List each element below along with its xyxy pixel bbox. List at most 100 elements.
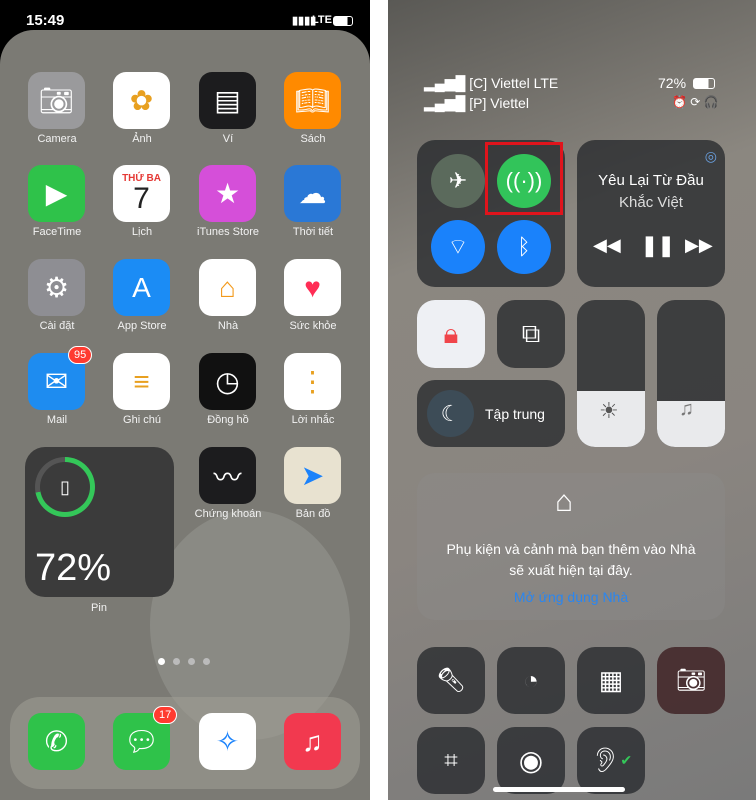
book-icon: 📖︎: [294, 85, 331, 116]
home-panel: ⌂ Phụ kiện và cảnh mà bạn thêm vào Nhà s…: [417, 473, 725, 620]
battery-widget[interactable]: ▯ 72%: [25, 447, 174, 597]
app-label: Thời tiết: [292, 226, 334, 238]
carrier-1: ▂▄▆█ [C] Viettel LTE: [424, 75, 559, 91]
stocks-icon: 〰: [213, 461, 242, 493]
home-indicator[interactable]: [493, 787, 625, 792]
bluetooth-button[interactable]: ᛒ: [497, 220, 551, 274]
video-icon: ▶: [45, 178, 68, 209]
app-icon[interactable]: THỨ BA 7: [113, 165, 170, 222]
camera-button[interactable]: 📷︎: [657, 647, 725, 714]
airplay-icon[interactable]: ◎: [705, 148, 717, 165]
app-label: Ảnh: [132, 133, 152, 145]
app-icon[interactable]: ⚙: [28, 259, 85, 316]
song-title: Yêu Lại Từ Đầu: [598, 172, 704, 189]
app-icon[interactable]: ☁: [284, 165, 341, 222]
mail-icon: ✉: [44, 366, 69, 397]
dock-phone[interactable]: ✆: [28, 713, 85, 770]
pause-button[interactable]: ❚❚: [641, 233, 675, 258]
app-label: Ghi chú: [123, 414, 161, 426]
next-button[interactable]: ▶▶: [685, 235, 713, 256]
brightness-slider[interactable]: ☀: [577, 300, 645, 447]
screen-mirroring-button[interactable]: ⧉: [497, 300, 565, 368]
connectivity-panel: ✈ ((·)) ⌔ ᛒ: [417, 140, 565, 287]
status-icons: ⏰ ⟳ 🎧: [672, 95, 719, 109]
timer-button[interactable]: ◔: [497, 647, 565, 714]
battery-ring: ▯: [35, 457, 95, 517]
network-type: LTE: [312, 14, 332, 26]
app-icon[interactable]: ⋮: [284, 353, 341, 410]
rotation-lock-button[interactable]: 🔒︎: [417, 300, 485, 368]
music-panel[interactable]: ◎ Yêu Lại Từ Đầu Khắc Việt ◀◀ ❚❚ ▶▶: [577, 140, 725, 287]
music-icon: ♫: [302, 725, 323, 757]
status-time: 15:49: [26, 12, 65, 29]
airpods-icon: ♫: [679, 398, 694, 420]
app-label: Lịch: [131, 226, 153, 238]
sun-icon: ☀: [599, 398, 619, 423]
app-icon[interactable]: ✿: [113, 72, 170, 129]
photos-icon: ✿: [129, 85, 154, 116]
focus-button[interactable]: ☾ Tập trung: [417, 380, 565, 447]
app-icon[interactable]: ▤: [199, 72, 256, 129]
volume-slider[interactable]: ♫: [657, 300, 725, 447]
battery-icon: [333, 16, 353, 26]
app-label: Camera: [37, 133, 77, 145]
home-screen: 15:49 ▮▮▮▮ LTE 📷︎ Camera ✿ Ảnh ▤ Ví 📖︎ Sách ▶ Fac…: [0, 0, 370, 800]
star-icon: ★: [214, 178, 241, 209]
clock-icon: ◷: [215, 366, 240, 397]
notification-badge: 17: [153, 706, 178, 724]
weather-icon: ☁: [298, 178, 327, 209]
app-label: Lời nhắc: [291, 414, 335, 426]
app-icon[interactable]: ▶: [28, 165, 85, 222]
app-label: Mail: [46, 414, 68, 426]
song-artist: Khắc Việt: [619, 194, 683, 211]
app-label: iTunes Store: [197, 226, 259, 238]
app-label: FaceTime: [32, 226, 82, 238]
app-icon[interactable]: ≡: [113, 353, 170, 410]
app-icon[interactable]: 📷︎: [28, 72, 85, 129]
app-label: Cài đặt: [39, 320, 75, 332]
app-icon[interactable]: ➤: [284, 447, 341, 504]
control-center: ▂▄▆█ [C] Viettel LTE ▂▄▆█ [P] Viettel 72…: [388, 0, 756, 800]
dock-music[interactable]: ♫: [284, 713, 341, 770]
phone-icon: ✆: [44, 726, 69, 757]
wifi-button[interactable]: ⌔: [431, 220, 485, 274]
highlight-box: [485, 142, 563, 215]
open-home-app-link[interactable]: Mở ứng dụng Nhà: [417, 589, 725, 605]
app-icon[interactable]: ♥: [284, 259, 341, 316]
app-label: App Store: [117, 320, 167, 332]
house-icon: ⌂: [555, 485, 574, 518]
flashlight-button[interactable]: 🔦︎: [417, 647, 485, 714]
moon-icon: ☾: [427, 390, 474, 437]
home-text-2: sẽ xuất hiện tại đây.: [509, 562, 633, 578]
battery-widget-label: Pin: [91, 602, 107, 614]
calculator-button[interactable]: ▦: [577, 647, 645, 714]
page-dots[interactable]: [158, 658, 210, 665]
app-icon[interactable]: 〰: [199, 447, 256, 504]
app-icon[interactable]: A: [113, 259, 170, 316]
app-label: Đồng hồ: [207, 414, 249, 426]
appstore-icon: A: [132, 271, 151, 303]
battery-percent: 72%: [35, 547, 112, 589]
app-label: Sức khỏe: [289, 320, 337, 332]
app-icon[interactable]: ⌂: [199, 259, 256, 316]
reminders-icon: ⋮: [298, 366, 327, 397]
wallet-icon: ▤: [214, 85, 241, 116]
calendar-date: 7: [133, 181, 150, 215]
app-icon[interactable]: ★: [199, 165, 256, 222]
dock-safari[interactable]: ✧: [199, 713, 256, 770]
phone-icon: ▯: [40, 462, 90, 512]
app-icon[interactable]: 📖︎: [284, 72, 341, 129]
battery-icon: [693, 78, 715, 89]
app-label: Bản đồ: [295, 508, 331, 520]
app-label: Nhà: [217, 320, 239, 332]
screen-record-button[interactable]: ◉: [497, 727, 565, 794]
qr-scanner-button[interactable]: ⌗: [417, 727, 485, 794]
home-icon: ⌂: [219, 271, 236, 303]
previous-button[interactable]: ◀◀: [593, 235, 621, 256]
gear-icon: ⚙: [43, 272, 70, 303]
heart-icon: ♥: [304, 271, 321, 303]
hearing-button[interactable]: 👂︎ ✔: [577, 727, 645, 794]
app-label: Sách: [300, 133, 326, 145]
app-icon[interactable]: ◷: [199, 353, 256, 410]
airplane-mode-button[interactable]: ✈: [431, 154, 485, 208]
